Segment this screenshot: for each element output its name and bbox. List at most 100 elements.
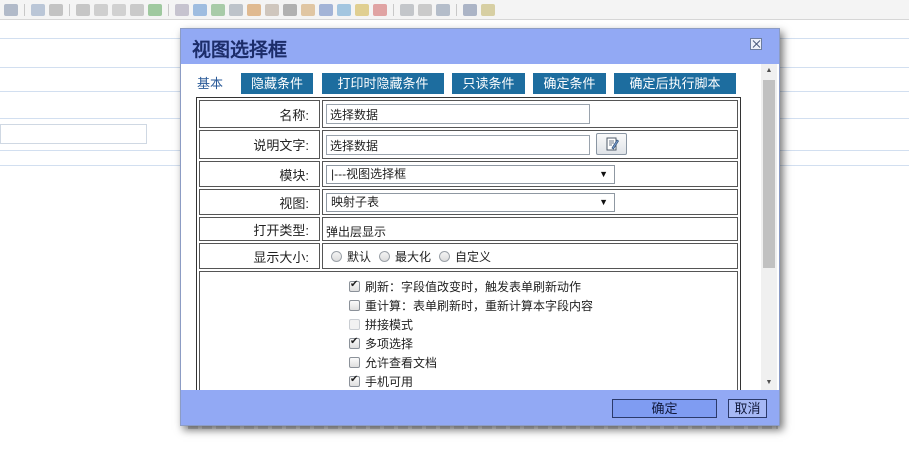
checkbox-multi-select-box[interactable] — [349, 336, 360, 349]
zoom-icon[interactable] — [130, 3, 144, 16]
chevron-down-icon: ▼ — [599, 169, 608, 179]
radio-custom-label: 自定义 — [455, 250, 492, 264]
video-icon[interactable] — [319, 3, 333, 16]
highlight-icon[interactable] — [481, 3, 495, 16]
toolbar-separator — [69, 3, 70, 16]
image-icon[interactable] — [31, 3, 45, 16]
tab-readonly-condition[interactable]: 只读条件 — [452, 73, 525, 94]
form-row-view: 视图: 映射子表 ▼ — [199, 189, 738, 215]
checkbox-concat-mode-box — [349, 319, 360, 330]
radio-custom[interactable]: 自定义 — [439, 248, 491, 265]
checkbox-recalculate-box[interactable] — [349, 300, 360, 311]
name-value-cell — [322, 100, 738, 128]
list-icon[interactable] — [76, 3, 90, 16]
toolbar-separator — [24, 3, 25, 16]
tab-print-hide-condition[interactable]: 打印时隐藏条件 — [322, 73, 444, 94]
link-icon[interactable] — [400, 3, 414, 16]
dialog-scrollbar[interactable]: ▲ ▼ — [761, 64, 777, 390]
dialog-footer: 确定 取消 — [181, 390, 779, 425]
image2-icon[interactable] — [301, 3, 315, 16]
form-row-description: 说明文字: — [199, 130, 738, 159]
checkbox-refresh-label: 刷新：字段值改变时，触发表单刷新动作 — [365, 280, 582, 294]
name-input[interactable] — [326, 104, 590, 124]
tab-basic[interactable]: 基本 — [195, 73, 225, 94]
text-icon[interactable] — [49, 3, 63, 16]
description-value-cell — [322, 130, 738, 159]
description-label: 说明文字: — [199, 130, 320, 159]
cancel-button[interactable]: 取消 — [728, 399, 767, 418]
options-cell: 刷新：字段值改变时，触发表单刷新动作 重计算：表单刷新时，重新计算本字段内容 拼… — [199, 271, 738, 390]
tab-hide-condition[interactable]: 隐藏条件 — [241, 73, 313, 94]
checkbox-allow-view-doc[interactable]: 允许查看文档 — [349, 353, 593, 372]
basic-form: 名称: 说明文字: — [196, 97, 741, 390]
paste-icon[interactable] — [112, 3, 126, 16]
checkbox-concat-mode: 拼接模式 — [349, 315, 593, 334]
unlink-icon[interactable] — [418, 3, 432, 16]
radio-default[interactable]: 默认 — [331, 248, 371, 265]
save-icon[interactable] — [211, 3, 225, 16]
checkbox-allow-view-doc-label: 允许查看文档 — [365, 356, 438, 370]
globe-icon[interactable] — [337, 3, 351, 16]
checkbox-mobile-enabled[interactable]: 手机可用 — [349, 372, 593, 390]
form-row-module: 模块: |---视图选择框 ▼ — [199, 161, 738, 187]
flag-icon[interactable] — [247, 3, 261, 16]
description-input[interactable] — [326, 135, 590, 155]
module-select[interactable]: |---视图选择框 ▼ — [326, 165, 615, 184]
name-label: 名称: — [199, 100, 320, 128]
form-row-options: 刷新：字段值改变时，触发表单刷新动作 重计算：表单刷新时，重新计算本字段内容 拼… — [199, 271, 738, 390]
checkbox-refresh-box[interactable] — [349, 279, 360, 292]
table-icon[interactable] — [148, 3, 162, 16]
module-label: 模块: — [199, 161, 320, 187]
ok-button[interactable]: 确定 — [612, 399, 717, 418]
checkbox-recalculate[interactable]: 重计算：表单刷新时，重新计算本字段内容 — [349, 296, 593, 315]
dialog-header: 视图选择框 — [181, 29, 779, 64]
module-value-cell: |---视图选择框 ▼ — [322, 161, 738, 187]
scroll-down-icon[interactable]: ▼ — [761, 376, 777, 390]
edit-description-button[interactable] — [596, 133, 627, 155]
open-type-label: 打开类型: — [199, 217, 320, 241]
module-select-value: |---视图选择框 — [331, 167, 407, 181]
radio-button[interactable] — [331, 251, 342, 262]
form-row-name: 名称: — [199, 100, 738, 128]
view-select[interactable]: 映射子表 ▼ — [326, 193, 615, 212]
dialog-title: 视图选择框 — [192, 40, 288, 61]
checkbox-refresh[interactable]: 刷新：字段值改变时，触发表单刷新动作 — [349, 277, 593, 296]
display-size-label: 显示大小: — [199, 243, 320, 269]
edit-icon — [606, 137, 619, 151]
chart-icon[interactable] — [229, 3, 243, 16]
dialog-body: 基本 隐藏条件 打印时隐藏条件 只读条件 确定条件 确定后执行脚本 名称: 说明… — [181, 64, 779, 390]
anchor-icon[interactable] — [436, 3, 450, 16]
layers-icon[interactable] — [193, 3, 207, 16]
options-checkbox-list: 刷新：字段值改变时，触发表单刷新动作 重计算：表单刷新时，重新计算本字段内容 拼… — [349, 277, 593, 390]
radio-button[interactable] — [379, 251, 391, 262]
close-icon[interactable] — [750, 38, 762, 50]
radio-maximize[interactable]: 最大化 — [379, 248, 431, 265]
view-value-cell: 映射子表 ▼ — [322, 189, 738, 215]
stop-icon[interactable] — [373, 3, 387, 16]
radio-default-label: 默认 — [347, 250, 372, 264]
checkbox-mobile-enabled-box[interactable] — [349, 374, 360, 387]
tab-confirm-condition[interactable]: 确定条件 — [533, 73, 606, 94]
align-icon[interactable] — [4, 3, 18, 16]
scroll-up-icon[interactable]: ▲ — [761, 64, 777, 78]
scrollbar-thumb[interactable] — [763, 80, 775, 268]
qrcode-icon[interactable] — [283, 3, 297, 16]
tab-post-confirm-script[interactable]: 确定后执行脚本 — [614, 73, 736, 94]
checkbox-allow-view-doc-box[interactable] — [349, 357, 360, 368]
open-type-value: 弹出层显示 — [326, 225, 387, 239]
font-icon[interactable] — [463, 3, 477, 16]
display-size-value-cell: 默认 最大化 自定义 — [322, 243, 738, 269]
checkbox-multi-select[interactable]: 多项选择 — [349, 334, 593, 353]
radio-button[interactable] — [439, 251, 451, 262]
palette-icon[interactable] — [355, 3, 369, 16]
pencil-icon[interactable] — [175, 3, 189, 16]
checkbox-mobile-enabled-label: 手机可用 — [365, 375, 414, 389]
checkbox-concat-mode-label: 拼接模式 — [365, 318, 414, 332]
chevron-down-icon: ▼ — [599, 197, 608, 207]
editor-field[interactable] — [0, 124, 147, 144]
view-selector-dialog: 视图选择框 基本 隐藏条件 打印时隐藏条件 只读条件 确定条件 确定后执行脚本 … — [180, 28, 780, 426]
view-select-value: 映射子表 — [331, 195, 380, 209]
user-icon[interactable] — [265, 3, 279, 16]
checkbox-recalculate-label: 重计算：表单刷新时，重新计算本字段内容 — [365, 299, 594, 313]
copy-icon[interactable] — [94, 3, 108, 16]
